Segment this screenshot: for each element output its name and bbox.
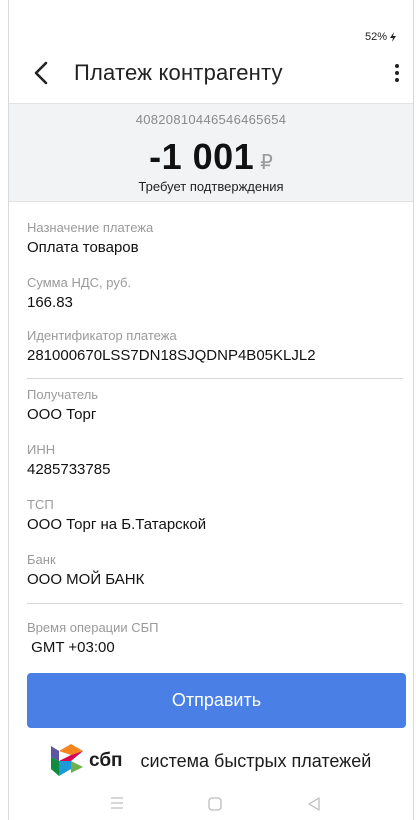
divider [27,603,403,604]
battery-level: 52% [364,31,387,43]
sbp-wordmark: сбп [89,750,123,771]
payment-summary: 40820810446546465654 -1 001 ₽ Требует по… [9,103,413,202]
field-recipient: Получатель ООО Торг [27,387,403,423]
sbp-logo: сбп [49,743,123,779]
page-title: Платеж контрагенту [74,60,283,85]
sbp-logo-icon [51,744,83,776]
field-value: 281000670LSS7DN18SJQDNP4B05KLJL2 [27,347,316,364]
sbp-branding: сбп система быстрых платежей [49,743,371,779]
send-button[interactable]: Отправить [27,673,406,728]
more-vertical-icon[interactable] [387,58,407,88]
field-label: Назначение платежа [27,220,154,235]
field-payment-id: Идентификатор платежа 281000670LSS7DN18S… [27,328,403,364]
field-label: Банк [27,552,56,567]
field-inn: ИНН 4285733785 [27,442,403,478]
payment-amount: -1 001 [149,136,255,177]
account-number: 40820810446546465654 [135,112,287,127]
amount-row: -1 001 ₽ [9,136,413,178]
status-bar: 52% [365,31,397,43]
field-value: GMT +03:00 [27,639,115,656]
home-icon[interactable] [207,796,223,812]
currency-symbol: ₽ [260,152,273,174]
field-value: ООО Торг на Б.Татарской [27,516,207,533]
field-label: ТСП [27,497,54,512]
field-tsp: ТСП ООО Торг на Б.Татарской [27,497,403,533]
divider [27,378,403,379]
field-label: Сумма НДС, руб. [27,275,132,290]
sbp-tagline: система быстрых платежей [140,750,372,771]
field-bank: Банк ООО МОЙ БАНК [27,552,403,588]
field-value: 4285733785 [27,461,111,478]
field-label: Время операции СБП [27,620,159,635]
bolt-icon [390,32,396,42]
field-value: ООО Торг [27,406,97,423]
field-vat: Сумма НДС, руб. 166.83 [27,275,403,311]
field-value: 166.83 [27,294,73,311]
system-nav-bar [9,794,413,820]
field-value: Оплата товаров [27,239,139,256]
field-label: Идентификатор платежа [27,328,177,343]
recents-icon[interactable] [109,796,125,810]
phone-screen: 52% Платеж контрагенту 40820810446546465… [8,0,414,820]
back-button[interactable] [29,58,53,88]
field-label: Получатель [27,387,99,402]
arrow-left-icon [34,61,48,85]
app-bar: Платеж контрагенту [9,50,413,100]
field-sbp-time: Время операции СБП GMT +03:00 [27,620,403,656]
back-triangle-icon[interactable] [307,796,321,812]
field-purpose: Назначение платежа Оплата товаров [27,220,403,256]
field-label: ИНН [27,442,56,457]
field-value: ООО МОЙ БАНК [27,571,145,588]
payment-status: Требует подтверждения [138,179,284,194]
